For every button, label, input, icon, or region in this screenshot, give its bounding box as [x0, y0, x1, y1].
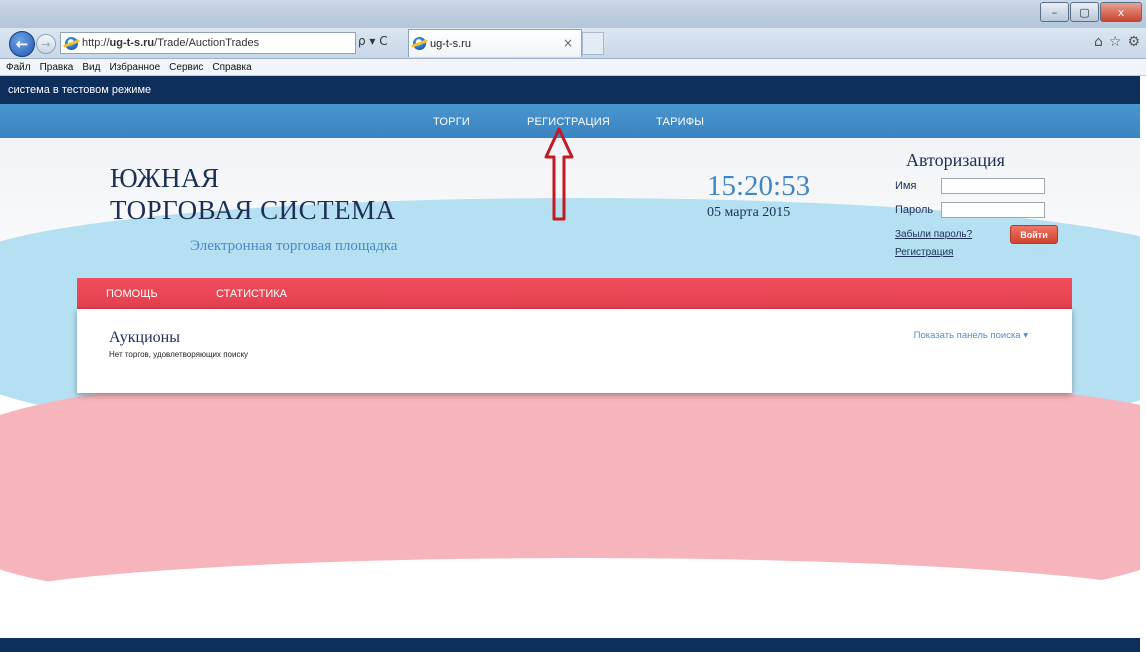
menu-item-view[interactable]: Вид [82, 62, 100, 73]
gear-icon[interactable]: ⚙ [1127, 34, 1140, 50]
address-bar[interactable]: http://ug-t-s.ru/Trade/AuctionTrades [60, 32, 356, 54]
menu-item-edit[interactable]: Правка [40, 62, 74, 73]
url-host: ug-t-s.ru [109, 37, 155, 49]
site-tagline: Электронная торговая площадка [190, 238, 398, 254]
register-link[interactable]: Регистрация [895, 247, 953, 258]
window-controls: – ▢ x [1040, 2, 1142, 22]
password-input[interactable] [941, 202, 1045, 218]
nav-link-torgi[interactable]: ТОРГИ [433, 116, 470, 128]
url-prefix: http:// [82, 37, 110, 49]
browser-navigation-bar: ← → http://ug-t-s.ru/Trade/AuctionTrades… [0, 28, 1146, 59]
test-mode-notice-bar: система в тестовом режиме [0, 76, 1140, 104]
menu-item-file[interactable]: Файл [6, 62, 31, 73]
site-footer [0, 638, 1140, 652]
close-button[interactable]: x [1100, 2, 1142, 22]
login-button[interactable]: Войти [1010, 225, 1058, 244]
auth-title: Авторизация [906, 150, 1005, 170]
nav-link-help[interactable]: ПОМОЩЬ [106, 288, 158, 300]
menu-bar: Файл Правка Вид Избранное Сервис Справка [0, 59, 1146, 76]
flag-bottom-fade [0, 558, 1140, 638]
address-tools[interactable]: ρ ▾ C [358, 34, 388, 48]
maximize-button[interactable]: ▢ [1070, 2, 1099, 22]
server-clock: 15:20:53 [707, 170, 811, 202]
tab-ie-icon [413, 37, 426, 50]
show-search-panel-link[interactable]: Показать панель поиска ▾ [914, 330, 1028, 341]
tab-close-icon[interactable]: × [563, 36, 573, 50]
forward-button[interactable]: → [36, 34, 56, 54]
menu-item-help[interactable]: Справка [212, 62, 251, 73]
site-logo-line-1: ЮЖНАЯ [110, 163, 220, 193]
url-path: /Trade/AuctionTrades [154, 37, 260, 49]
back-button[interactable]: ← [9, 31, 35, 57]
password-label: Пароль [895, 204, 934, 216]
favorites-star-icon[interactable]: ☆ [1109, 34, 1122, 50]
home-icon[interactable]: ⌂ [1094, 34, 1103, 50]
browser-tab[interactable]: ug-t-s.ru × [408, 29, 582, 57]
menu-item-favorites[interactable]: Избранное [109, 62, 160, 73]
tab-title: ug-t-s.ru [430, 37, 471, 50]
username-label: Имя [895, 180, 917, 192]
secondary-navigation: ПОМОЩЬ СТАТИСТИКА [77, 278, 1072, 309]
browser-tools: ⌂ ☆ ⚙ [1094, 34, 1140, 50]
no-results-text: Нет торгов, удовлетворяющих поиску [109, 350, 249, 359]
username-input[interactable] [941, 178, 1045, 194]
site-logo-line-2: ТОРГОВАЯ СИСТЕМА [110, 195, 396, 225]
forgot-password-link[interactable]: Забыли пароль? [895, 229, 972, 240]
test-mode-notice: система в тестовом режиме [8, 84, 152, 96]
menu-item-tools[interactable]: Сервис [169, 62, 203, 73]
annotation-arrow-icon [544, 127, 574, 221]
server-date: 05 марта 2015 [707, 205, 791, 220]
nav-link-statistics[interactable]: СТАТИСТИКА [216, 288, 287, 300]
nav-link-tariffs[interactable]: ТАРИФЫ [656, 116, 704, 128]
window-titlebar: – ▢ x [0, 0, 1146, 28]
new-tab-button[interactable] [582, 32, 604, 55]
auctions-panel: Аукционы Нет торгов, удовлетворяющих пои… [77, 309, 1072, 393]
auctions-title: Аукционы [109, 329, 180, 346]
ie-icon [65, 36, 78, 50]
minimize-button[interactable]: – [1040, 2, 1069, 22]
